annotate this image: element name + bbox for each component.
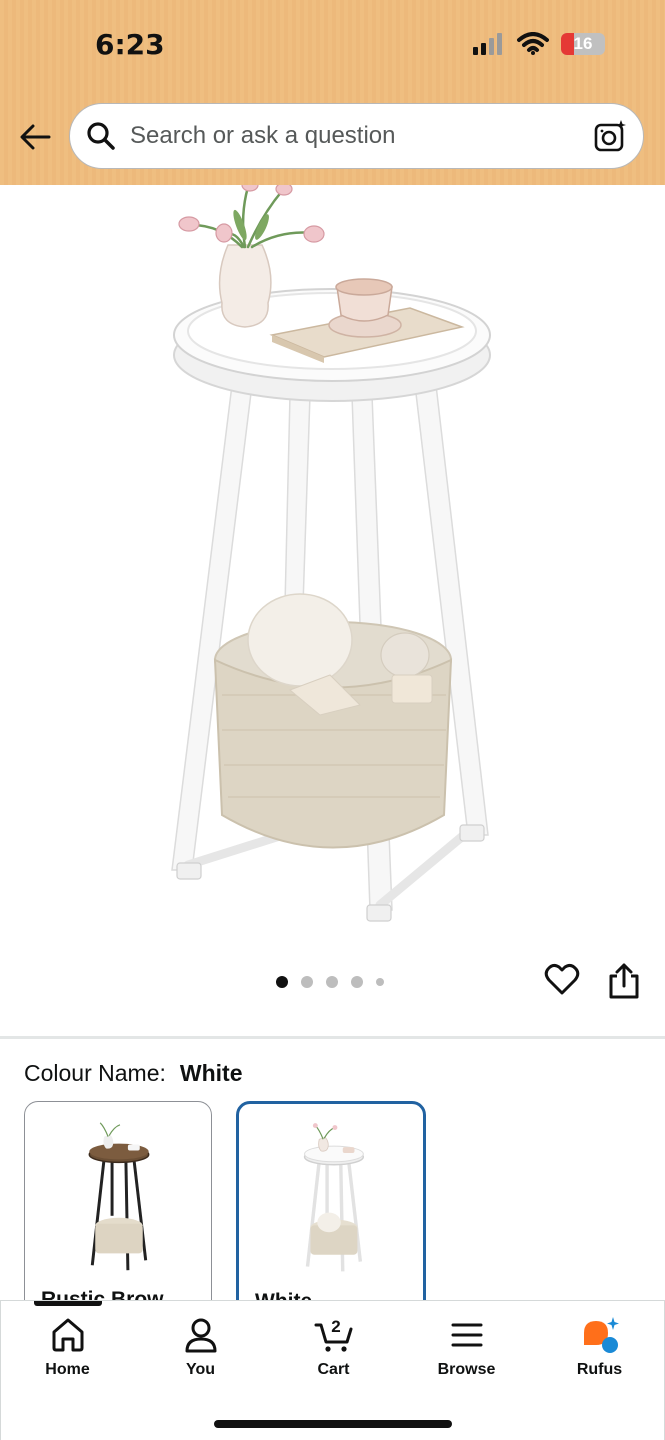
wifi-icon bbox=[517, 32, 549, 55]
product-image[interactable] bbox=[0, 185, 665, 965]
colour-label: Colour Name: bbox=[24, 1060, 166, 1086]
share-icon[interactable] bbox=[606, 962, 642, 1000]
search-input[interactable] bbox=[130, 122, 585, 150]
nav-home[interactable]: Home bbox=[1, 1315, 134, 1379]
bottom-nav: Home You 2 Cart Browse Rufus bbox=[0, 1300, 665, 1440]
carousel-dot[interactable] bbox=[301, 976, 313, 988]
nav-home-label: Home bbox=[45, 1361, 90, 1378]
colour-selector-header: Colour Name: White bbox=[24, 1060, 243, 1087]
carousel-dots[interactable] bbox=[276, 976, 384, 988]
battery-icon: 16 bbox=[561, 33, 605, 55]
nav-rufus-label: Rufus bbox=[576, 1361, 623, 1378]
nav-browse-label: Browse bbox=[437, 1361, 496, 1378]
nav-rufus[interactable]: Rufus bbox=[533, 1315, 665, 1379]
camera-search-icon[interactable] bbox=[593, 119, 627, 153]
person-icon bbox=[185, 1318, 216, 1353]
nav-you-label: You bbox=[185, 1361, 216, 1378]
search-box[interactable] bbox=[69, 103, 644, 169]
status-icons: 16 bbox=[473, 32, 605, 56]
home-indicator[interactable] bbox=[214, 1420, 452, 1428]
carousel-dot[interactable] bbox=[351, 976, 363, 988]
status-time: 6:23 bbox=[95, 28, 165, 61]
status-bar: 6:23 16 bbox=[0, 0, 665, 95]
cart-icon: 2 bbox=[314, 1317, 352, 1352]
colour-option-thumbnail bbox=[88, 1122, 150, 1271]
colour-selected-value: White bbox=[179, 1060, 243, 1086]
rufus-icon bbox=[583, 1317, 619, 1353]
home-icon bbox=[52, 1318, 83, 1352]
battery-level: 16 bbox=[573, 34, 593, 53]
nav-cart-label: Cart bbox=[317, 1361, 350, 1378]
search-icon bbox=[87, 122, 115, 150]
signal-icon bbox=[473, 33, 502, 55]
back-arrow-icon bbox=[20, 124, 51, 150]
cart-badge: 2 bbox=[331, 1317, 340, 1336]
nav-cart[interactable]: 2 Cart bbox=[267, 1315, 400, 1379]
carousel-dot[interactable] bbox=[276, 976, 288, 988]
heart-icon[interactable] bbox=[544, 962, 580, 998]
menu-icon bbox=[451, 1323, 482, 1347]
section-divider bbox=[0, 1036, 665, 1039]
back-button[interactable] bbox=[18, 120, 52, 154]
search-header bbox=[0, 95, 665, 185]
carousel-dot[interactable] bbox=[326, 976, 338, 988]
nav-you[interactable]: You bbox=[134, 1315, 267, 1379]
colour-option-thumbnail bbox=[303, 1123, 365, 1272]
nav-active-indicator bbox=[34, 1301, 102, 1306]
nav-browse[interactable]: Browse bbox=[400, 1315, 533, 1379]
carousel-dot[interactable] bbox=[376, 978, 384, 986]
colour-option-rustic-brown[interactable]: Rustic Brow bbox=[24, 1101, 212, 1331]
colour-option-white[interactable]: White bbox=[236, 1101, 426, 1331]
